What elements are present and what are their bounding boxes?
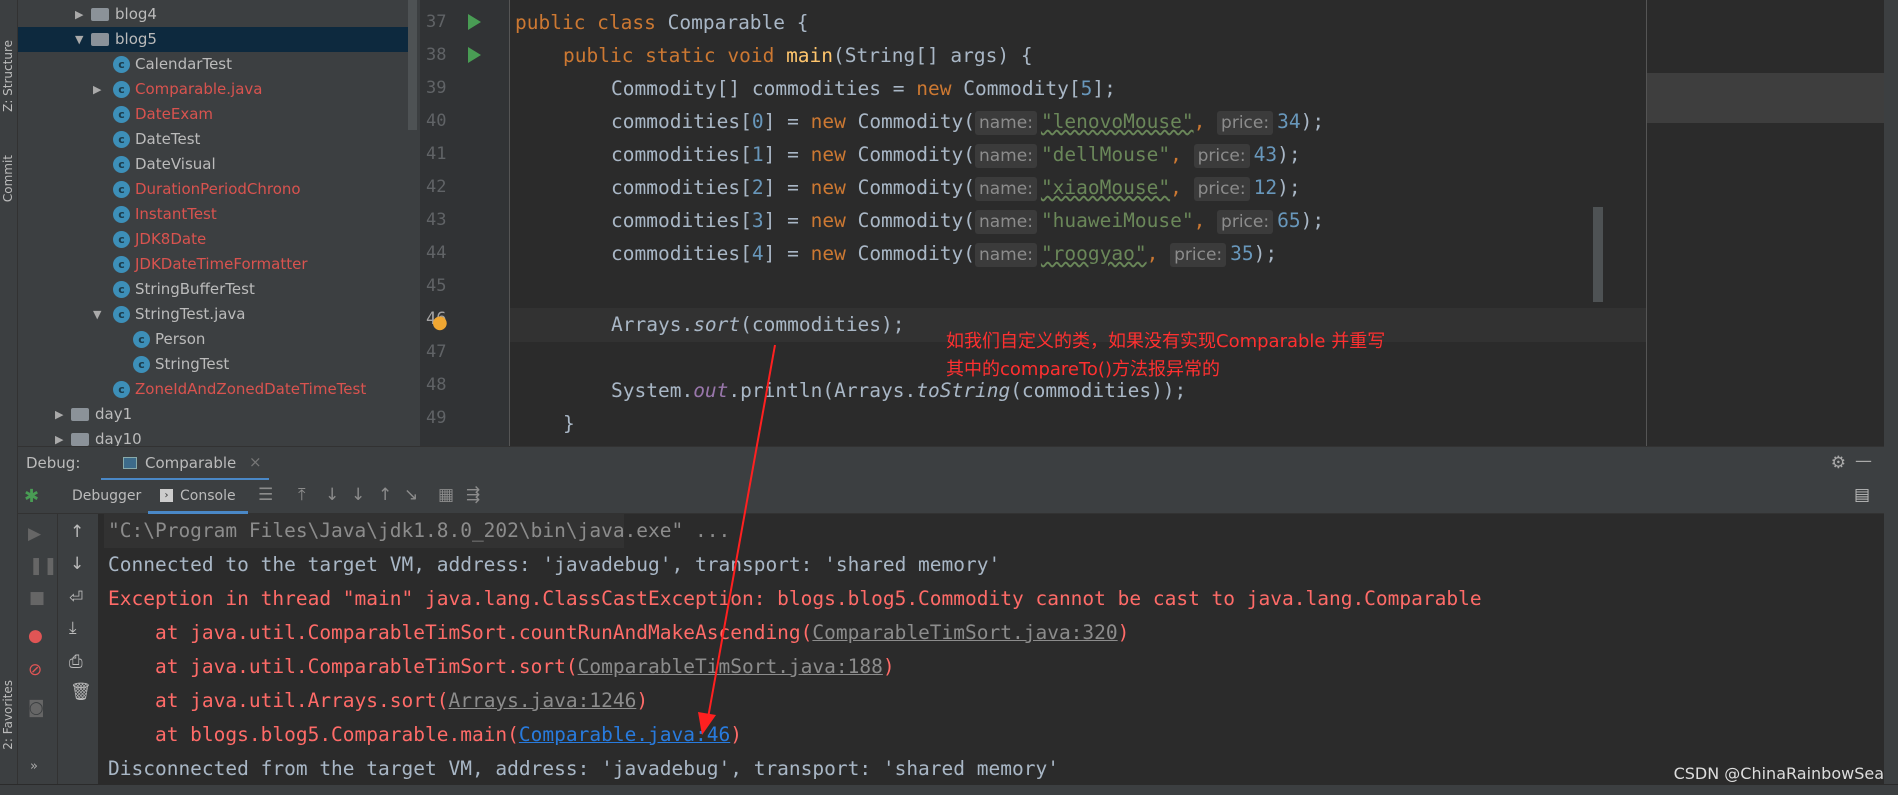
watermark: CSDN @ChinaRainbowSea xyxy=(1673,764,1884,783)
annotation-arrow xyxy=(698,344,776,735)
bottom-tool-window-bar xyxy=(0,784,1898,795)
